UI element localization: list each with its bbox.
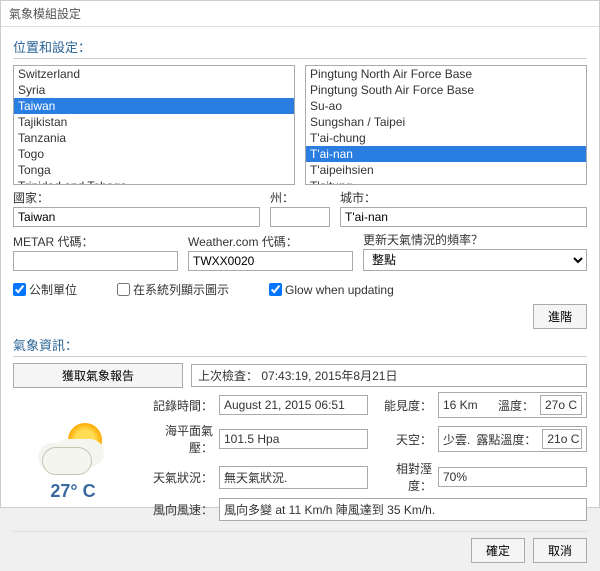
tray-checkbox[interactable]: 在系統列顯示圖示: [117, 281, 229, 298]
metar-input[interactable]: [13, 251, 178, 271]
city-input[interactable]: [340, 207, 587, 227]
list-item[interactable]: Tonga: [14, 162, 294, 178]
temp-display: 27° C: [50, 481, 95, 502]
list-item[interactable]: T'ai-nan: [306, 146, 586, 162]
record-time-value: August 21, 2015 06:51: [219, 395, 368, 415]
humidity-value: 70%: [438, 467, 587, 487]
freq-select[interactable]: 整點: [363, 249, 587, 271]
divider: [13, 356, 587, 357]
cancel-button[interactable]: 取消: [533, 538, 587, 563]
divider: [13, 58, 587, 59]
city-label: 城市：: [340, 189, 587, 206]
glow-checkbox[interactable]: Glow when updating: [269, 281, 394, 298]
state-input[interactable]: [270, 207, 330, 227]
advanced-button[interactable]: 進階: [533, 304, 587, 329]
visibility-value: 16 Km: [443, 398, 492, 412]
metric-checkbox-input[interactable]: [13, 283, 26, 296]
list-item[interactable]: Tajikistan: [14, 114, 294, 130]
wcom-label: Weather.com 代碼：: [188, 233, 353, 250]
settings-window: 氣象模組設定 位置和設定： SwitzerlandSyriaTaiwanTaji…: [0, 0, 600, 508]
country-listbox[interactable]: SwitzerlandSyriaTaiwanTajikistanTanzania…: [13, 65, 295, 185]
temperature-value: 27o C: [540, 395, 582, 415]
last-check-box: 上次檢査： 07:43:19, 2015年8月21日: [191, 364, 587, 387]
list-item[interactable]: Trinidad and Tobago: [14, 178, 294, 185]
list-item[interactable]: T'ai-chung: [306, 130, 586, 146]
window-title: 氣象模組設定: [1, 1, 599, 26]
list-item[interactable]: T'aipeihsien: [306, 162, 586, 178]
wind-value: 風向多變 at 11 Km/h 陣風達到 35 Km/h.: [219, 498, 587, 521]
metric-checkbox[interactable]: 公制單位: [13, 281, 77, 298]
pressure-value: 101.5 Hpa: [219, 429, 368, 449]
wcom-input[interactable]: [188, 251, 353, 271]
list-item[interactable]: Su-ao: [306, 98, 586, 114]
list-item[interactable]: Tanzania: [14, 130, 294, 146]
weather-icon-panel: 27° C: [13, 392, 133, 521]
list-item[interactable]: Pingtung South Air Force Base: [306, 82, 586, 98]
list-item[interactable]: Syria: [14, 82, 294, 98]
fetch-button[interactable]: 獲取氣象報告: [13, 363, 183, 388]
list-item[interactable]: Sungshan / Taipei: [306, 114, 586, 130]
list-item[interactable]: Taiwan: [14, 98, 294, 114]
city-listbox[interactable]: Pingtung North Air Force BasePingtung So…: [305, 65, 587, 185]
location-section-title: 位置和設定：: [13, 37, 587, 56]
content-area: 位置和設定： SwitzerlandSyriaTaiwanTajikistanT…: [1, 26, 599, 571]
info-section-title: 氣象資訊：: [13, 335, 587, 354]
freq-label: 更新天氣情況的頻率？: [363, 231, 587, 248]
condition-value: 無天氣狀況.: [219, 466, 368, 489]
details-grid: 記錄時間： August 21, 2015 06:51 能見度： 16 Km 溫…: [143, 392, 587, 521]
state-label: 州：: [270, 189, 330, 206]
list-item[interactable]: Switzerland: [14, 66, 294, 82]
dewpoint-value: 21o C: [542, 429, 582, 449]
partly-cloudy-icon: [38, 421, 108, 481]
list-row: SwitzerlandSyriaTaiwanTajikistanTanzania…: [13, 65, 587, 185]
list-item[interactable]: T'aitung: [306, 178, 586, 185]
country-input[interactable]: [13, 207, 260, 227]
country-label: 國家：: [13, 189, 260, 206]
sky-value: 少雲.: [443, 431, 470, 448]
list-item[interactable]: Togo: [14, 146, 294, 162]
metar-label: METAR 代碼：: [13, 233, 178, 250]
tray-checkbox-input[interactable]: [117, 283, 130, 296]
list-item[interactable]: Pingtung North Air Force Base: [306, 66, 586, 82]
glow-checkbox-input[interactable]: [269, 283, 282, 296]
ok-button[interactable]: 確定: [471, 538, 525, 563]
